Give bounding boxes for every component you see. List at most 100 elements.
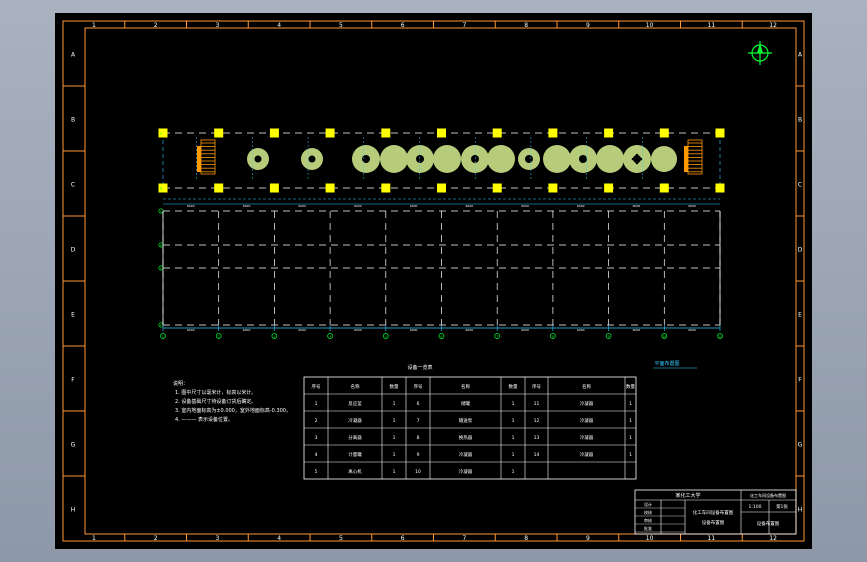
- dim-value-mid: 6000: [354, 204, 362, 208]
- table-cell: 1: [629, 401, 632, 407]
- column-marker: [715, 183, 725, 193]
- grid-axis-label: B: [160, 186, 162, 190]
- table-header: 名称: [582, 383, 591, 390]
- tank-nozzle: [362, 155, 370, 163]
- zone-label-left: H: [71, 507, 76, 514]
- table-cell: 1: [315, 401, 318, 407]
- column-marker: [659, 128, 669, 138]
- column-marker: [214, 183, 224, 193]
- dim-value-bottom: 6000: [187, 328, 195, 332]
- table-cell: 分离器: [348, 434, 362, 441]
- table-cell: 冷凝器: [580, 400, 594, 407]
- grid-axis-number: 9: [608, 335, 610, 339]
- compass-icon: [748, 41, 772, 65]
- tank-icon: [543, 145, 571, 173]
- notes-line: 1. 图中尺寸以毫米计，标高以米计。: [175, 389, 256, 396]
- table-cell: 冷凝器: [580, 417, 594, 424]
- compass-arrow: [757, 43, 763, 53]
- tank-icon: [596, 145, 624, 173]
- title-block-school: 某化工大学: [675, 492, 700, 499]
- zone-label-top: 6: [401, 22, 405, 29]
- grid-axis-label: E: [160, 266, 162, 270]
- table-header: 序号: [312, 383, 321, 390]
- dim-value-mid: 6000: [187, 204, 195, 208]
- zone-label-top: 5: [339, 22, 343, 29]
- tank-port: [635, 153, 639, 157]
- zone-label-bottom: 10: [646, 535, 654, 542]
- table-cell: 12: [534, 418, 540, 424]
- tank-nozzle: [416, 155, 424, 163]
- drawing-canvas[interactable]: 112233445566778899101011111212A AB BC CD DE E…: [55, 13, 812, 549]
- title-block-sheet: 第1张: [776, 503, 788, 510]
- column-marker: [381, 183, 391, 193]
- table-cell: 1: [512, 469, 515, 475]
- zone-label-bottom: 1: [92, 535, 96, 542]
- tank-nozzle: [525, 155, 533, 163]
- zone-label-bottom: 8: [524, 535, 528, 542]
- grid-axis-number: 6: [441, 335, 443, 339]
- grid-axis-label: C: [160, 209, 162, 213]
- tank-port: [635, 161, 639, 165]
- tank-nozzle: [308, 155, 316, 163]
- table-cell: 13: [534, 435, 540, 441]
- grid-axis-number: 11: [718, 335, 722, 339]
- zone-label-top: 7: [462, 22, 466, 29]
- cad-viewport[interactable]: 1 1 2 2 3 3 4 4 5 5 6 6 7 7 8 8 9 9 10 10 11 11 12 12 A A B B C C D D E E…: [0, 0, 867, 562]
- column-marker: [325, 128, 335, 138]
- dim-value-bottom: 6000: [466, 328, 474, 332]
- zone-label-bottom: 4: [277, 535, 281, 542]
- stairs-icon: [197, 139, 216, 175]
- dim-value-bottom: 6000: [298, 328, 306, 332]
- table-cell: 1: [512, 418, 515, 424]
- table-cell: 1: [512, 452, 515, 458]
- tank-icon: [380, 145, 408, 173]
- table-cell: 1: [393, 469, 396, 475]
- table-header: 数量: [509, 383, 518, 390]
- table-header: 名称: [461, 383, 470, 390]
- table-cell: 4: [315, 452, 318, 458]
- table-cell: 10: [415, 469, 421, 475]
- stair-rail: [197, 146, 201, 172]
- table-cell: 反应釜: [348, 400, 362, 407]
- table-cell: 1: [512, 435, 515, 441]
- stairs-icon: [684, 139, 703, 175]
- dim-value-mid: 6000: [521, 204, 529, 208]
- plan-title: 平面布置图: [654, 360, 679, 367]
- table-cell: 1: [393, 401, 396, 407]
- tank-nozzle: [254, 155, 262, 163]
- table-header: 序号: [532, 383, 541, 390]
- dim-value-bottom: 6000: [243, 328, 251, 332]
- zone-label-bottom: 11: [708, 535, 716, 542]
- grid-axis-number: 10: [662, 335, 666, 339]
- table-cell: 冷凝器: [348, 417, 362, 424]
- zone-label-left: F: [71, 377, 75, 384]
- title-block-scale: 1:100: [749, 504, 762, 510]
- table-cell: 14: [534, 452, 540, 458]
- zone-label-top: 3: [215, 22, 219, 29]
- tank-icon: [433, 145, 461, 173]
- notes-heading: 说明：: [173, 380, 188, 387]
- table-cell: 1: [393, 418, 396, 424]
- table-cell: 9: [417, 452, 420, 458]
- zone-label-bottom: 3: [215, 535, 219, 542]
- dim-value-bottom: 6000: [633, 328, 641, 332]
- zone-label-top: 8: [524, 22, 528, 29]
- title-block-drawing: 设备布置图: [702, 519, 725, 526]
- table-cell: 1: [629, 435, 632, 441]
- table-cell: 1: [393, 435, 396, 441]
- stair-rail: [684, 146, 688, 172]
- column-marker: [604, 128, 614, 138]
- outer-frame: [62, 20, 805, 542]
- column-marker: [659, 183, 669, 193]
- drawing-sheet[interactable]: 1 1 2 2 3 3 4 4 5 5 6 6 7 7 8 8 9 9 10 10 11 11 12 12 A A B B C C D D E E…: [55, 13, 812, 549]
- notes-line: 4. ——— 表示设备位置。: [175, 416, 233, 423]
- tank-port: [631, 157, 635, 161]
- tank-port: [639, 157, 643, 161]
- zone-label-right: H: [798, 507, 803, 514]
- table-cell: 2: [315, 418, 318, 424]
- zone-label-left: D: [71, 247, 76, 254]
- column-marker: [492, 183, 502, 193]
- column-marker: [604, 183, 614, 193]
- title-block-role: 校核: [644, 509, 652, 515]
- table-cell: 输送泵: [459, 417, 473, 424]
